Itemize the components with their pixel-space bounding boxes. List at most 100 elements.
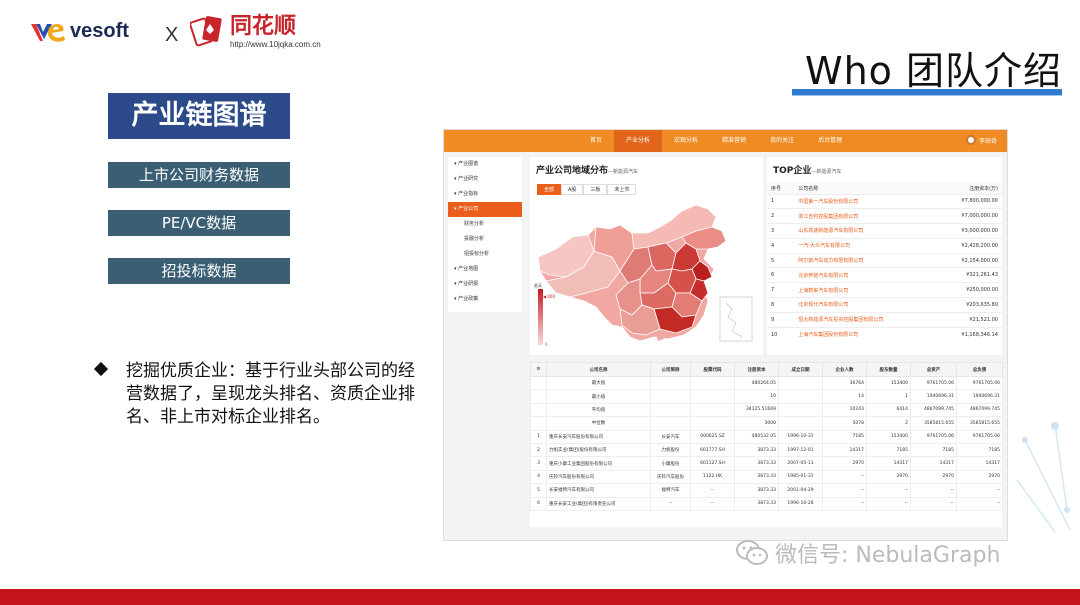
map-tab[interactable]: 三板: [583, 184, 608, 195]
rank-cell: 9: [767, 311, 795, 328]
sidebar-item[interactable]: ▾ 产业地图: [448, 262, 522, 277]
nav-financial-data[interactable]: 上市公司财务数据: [108, 162, 290, 188]
nav-bidding-data[interactable]: 招投标数据: [108, 258, 290, 284]
china-map[interactable]: [536, 197, 758, 347]
table-cell: 1940696.31: [956, 389, 1003, 404]
rank-cell: 10: [767, 326, 795, 342]
table-cell: 2001-04-29: [778, 483, 823, 498]
company-link[interactable]: 中国第一汽车股份有限公司: [794, 193, 935, 209]
table-cell: 480532.05: [734, 429, 779, 444]
sidebar-item[interactable]: 招投标分析: [448, 247, 522, 262]
table-cell: 2970: [866, 469, 911, 485]
table-cell: 14317: [866, 456, 911, 471]
nav-admin[interactable]: 后台管理: [806, 130, 854, 152]
avatar: [965, 135, 976, 145]
table-row: 5 长安福特汽车有限公司 福特汽车 -- 3873.33 2001-04-29 -- -- --…: [530, 483, 1003, 498]
table-cell: 1985-01-31: [778, 469, 823, 485]
sidebar-item[interactable]: ▾ 产业指标: [448, 187, 522, 202]
top-company-row[interactable]: 4 一汽-大众汽车有限公司 ¥2,428,200.00: [767, 237, 1002, 254]
sidebar-item[interactable]: 财务分析: [448, 217, 522, 232]
column-header[interactable]: 公司简称: [650, 362, 691, 377]
table-cell: 4867099.745: [956, 402, 1003, 418]
table-cell: 3873.33: [734, 456, 779, 471]
table-cell: [650, 402, 691, 418]
company-link[interactable]: 山东高速新能源汽车有限公司: [794, 223, 935, 239]
sidebar-item[interactable]: ▾ 产业研报: [448, 277, 522, 292]
nav-home[interactable]: 首页: [578, 130, 614, 152]
capital-cell: ¥7,800,000.00: [934, 193, 1002, 209]
settings-gear-icon[interactable]: ⚙: [530, 362, 547, 377]
table-cell: [650, 416, 691, 431]
table-cell: 2: [866, 416, 911, 431]
sidebar-item[interactable]: ▾ 产业公司: [448, 202, 522, 217]
map-tab[interactable]: 未上市: [607, 184, 637, 195]
user-menu[interactable]: 李琼奇: [965, 135, 997, 145]
company-link[interactable]: 北京现代汽车有限公司: [794, 297, 935, 313]
company-link[interactable]: 一汽-大众汽车有限公司: [794, 237, 935, 254]
chain-map-button[interactable]: 产业链图谱: [108, 93, 290, 139]
table-cell: [690, 375, 735, 391]
sidebar-item[interactable]: ▾ 产业研究: [448, 172, 522, 187]
table-cell: 7185: [956, 442, 1003, 458]
company-link[interactable]: 上海汽车集团股份有限公司: [794, 326, 935, 342]
nav-precision-marketing[interactable]: 精准营销: [710, 130, 758, 152]
top-company-row[interactable]: 5 阿尔斯汽车动力有限有限公司 ¥2,154,000.00: [767, 252, 1002, 268]
watermark: 微信号: NebulaGraph: [735, 537, 1000, 569]
table-cell: 长安福特汽车有限公司: [546, 483, 651, 498]
table-row: 6 重庆长安工业(集团)有限责任公司 -- -- 3873.33 1996-10-28 --…: [530, 496, 1003, 511]
table-cell: [530, 389, 547, 404]
table-cell: 1996-10-31: [778, 429, 823, 444]
company-link[interactable]: 上海蔚来汽车有限公司: [794, 282, 935, 298]
nav-pevc-data[interactable]: PE/VC数据: [108, 210, 290, 236]
top-company-row[interactable]: 6 北京奔驰汽车有限公司 ¥321,261.43: [767, 267, 1002, 283]
column-header[interactable]: 总负债: [956, 362, 1003, 377]
table-cell: --: [822, 496, 867, 511]
company-link[interactable]: 恒大新能源汽车投资控股集团有限公司: [794, 311, 935, 328]
table-cell: 庆铃汽车股份: [650, 469, 691, 485]
map-tab[interactable]: 全部: [537, 184, 562, 195]
column-header[interactable]: 公司名称: [546, 362, 651, 377]
table-cell: 中位数: [546, 416, 651, 431]
table-cell: 4: [530, 469, 547, 485]
top-company-row[interactable]: 1 中国第一汽车股份有限公司 ¥7,800,000.00: [767, 193, 1002, 209]
company-link[interactable]: 北京奔驰汽车有限公司: [794, 267, 935, 283]
column-header[interactable]: 注册资本: [734, 362, 779, 377]
top-companies-card: TOP企业—新能源汽车 序号 公司名称 注册资本(万) 1 中国第一汽车股份有限公…: [767, 157, 1002, 355]
nav-my-follows[interactable]: 我的关注: [758, 130, 806, 152]
company-link[interactable]: 阿尔斯汽车动力有限有限公司: [794, 252, 935, 268]
col-company: 公司名称: [794, 183, 935, 194]
table-cell: 1: [530, 429, 547, 444]
top-company-row[interactable]: 8 北京现代汽车有限公司 ¥203,635.80: [767, 297, 1002, 313]
top-company-row[interactable]: 10 上海汽车集团股份有限公司 ¥1,168,346.14: [767, 326, 1002, 342]
nav-macro-analysis[interactable]: 宏观分析: [662, 130, 710, 152]
top-company-row[interactable]: 7 上海蔚来汽车有限公司 ¥250,000.00: [767, 282, 1002, 298]
table-cell: [690, 416, 735, 431]
table-cell: [530, 402, 547, 418]
column-header[interactable]: 成立日期: [778, 362, 823, 377]
column-header[interactable]: 股票代码: [690, 362, 735, 377]
top-company-row[interactable]: 9 恒大新能源汽车投资控股集团有限公司 ¥21,521.00: [767, 311, 1002, 328]
company-data-card: ⚙ 公司名称 公司简称 股票代码 注册资本 成立日期 企业人数 股东数量 总资产 总负债 最大值 4…: [530, 362, 1003, 527]
sidebar-item[interactable]: ▾ 产业图谱: [448, 157, 522, 172]
column-header[interactable]: 总资产: [910, 362, 957, 377]
table-cell: 长安汽车: [650, 429, 691, 444]
table-cell: 庆铃汽车股份有限公司: [546, 469, 651, 485]
rank-cell: 3: [767, 223, 795, 239]
top-company-row[interactable]: 3 山东高速新能源汽车有限公司 ¥3,000,000.00: [767, 223, 1002, 239]
bullet-point: 挖掘优质企业：基于行业头部公司的经营数据了，呈现龙头排名、资质企业排名、非上市对…: [93, 360, 426, 429]
table-cell: 14: [822, 389, 867, 404]
top-company-row[interactable]: 2 浙江吉利控股集团有限公司 ¥7,000,000.00: [767, 208, 1002, 224]
map-tab[interactable]: A股: [561, 184, 584, 195]
table-cell: 1: [866, 389, 911, 404]
column-header[interactable]: 股东数量: [866, 362, 911, 377]
sidebar-item[interactable]: 投融分析: [448, 232, 522, 247]
table-cell: 153400: [866, 375, 911, 391]
bullet-text: 挖掘优质企业：基于行业头部公司的经营数据了，呈现龙头排名、资质企业排名、非上市对…: [126, 361, 415, 427]
column-header[interactable]: 企业人数: [822, 362, 867, 377]
table-cell: 10: [734, 389, 779, 404]
app-top-nav: 首页 产业分析 宏观分析 精准营销 我的关注 后台管理 李琼奇: [444, 130, 1007, 152]
table-cell: 5: [530, 483, 547, 498]
nav-industry-analysis[interactable]: 产业分析: [614, 130, 663, 152]
sidebar-item[interactable]: ▾ 产业政策: [448, 292, 522, 307]
company-link[interactable]: 浙江吉利控股集团有限公司: [794, 208, 935, 224]
